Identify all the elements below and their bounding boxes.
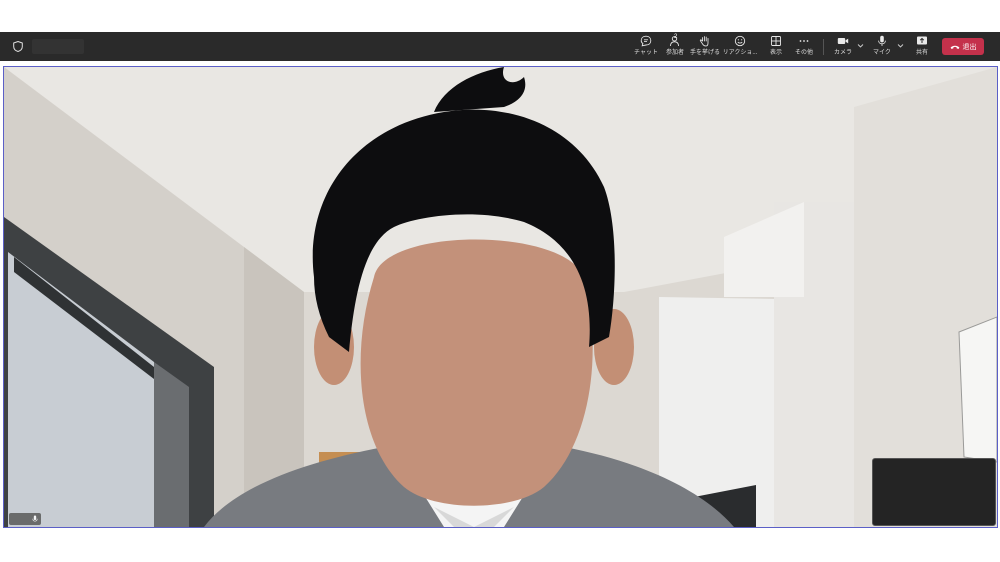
more-button[interactable]: その他 bbox=[793, 35, 815, 59]
chat-button[interactable]: チャット bbox=[633, 35, 659, 59]
mic-status-pill bbox=[9, 513, 41, 525]
camera-label: カメラ bbox=[833, 50, 852, 56]
meeting-toolbar: チャット 2 参加者 手を挙げる リアクショ... 表示 その他 カメラ マイク… bbox=[0, 32, 1000, 61]
microphone-label: マイク bbox=[873, 50, 891, 56]
toolbar-divider bbox=[823, 39, 824, 55]
self-view-tile[interactable] bbox=[872, 458, 996, 526]
view-button[interactable]: 表示 bbox=[766, 35, 786, 59]
raise-hand-label: 手を挙げる bbox=[690, 50, 721, 56]
microphone-icon bbox=[32, 515, 38, 522]
meeting-title-redacted bbox=[32, 39, 84, 54]
smiley-icon bbox=[734, 35, 746, 47]
phone-hangup-icon bbox=[950, 45, 959, 49]
shield-icon bbox=[13, 41, 23, 52]
leave-label: 退出 bbox=[962, 43, 977, 51]
people-button[interactable]: 2 参加者 bbox=[663, 34, 687, 59]
reactions-label: リアクショ... bbox=[722, 50, 758, 56]
view-label: 表示 bbox=[769, 50, 782, 56]
people-label: 参加者 bbox=[665, 50, 684, 56]
more-icon bbox=[799, 40, 809, 42]
camera-button[interactable]: カメラ bbox=[831, 35, 855, 59]
participant-video[interactable] bbox=[3, 66, 998, 528]
share-label: 共有 bbox=[915, 50, 928, 56]
reactions-button[interactable]: リアクショ... bbox=[719, 35, 761, 59]
microphone-button[interactable]: マイク bbox=[872, 35, 892, 59]
microphone-icon bbox=[878, 35, 886, 46]
camera-icon bbox=[837, 38, 849, 44]
camera-options-chevron-icon[interactable] bbox=[857, 42, 864, 49]
share-button[interactable]: 共有 bbox=[912, 35, 932, 59]
video-feed bbox=[4, 67, 997, 527]
participant-count: 2 bbox=[674, 34, 678, 40]
chat-icon bbox=[640, 35, 652, 47]
grid-icon bbox=[771, 36, 781, 46]
mic-options-chevron-icon[interactable] bbox=[897, 42, 904, 49]
window-mullion bbox=[154, 362, 189, 527]
share-icon bbox=[917, 36, 927, 45]
hand-icon bbox=[699, 36, 709, 47]
raise-hand-button[interactable]: 手を挙げる bbox=[690, 35, 720, 59]
leave-button[interactable]: 退出 bbox=[942, 38, 984, 55]
more-label: その他 bbox=[794, 50, 813, 56]
face bbox=[360, 239, 593, 506]
whiteboard bbox=[958, 316, 997, 463]
chat-label: チャット bbox=[634, 50, 658, 56]
